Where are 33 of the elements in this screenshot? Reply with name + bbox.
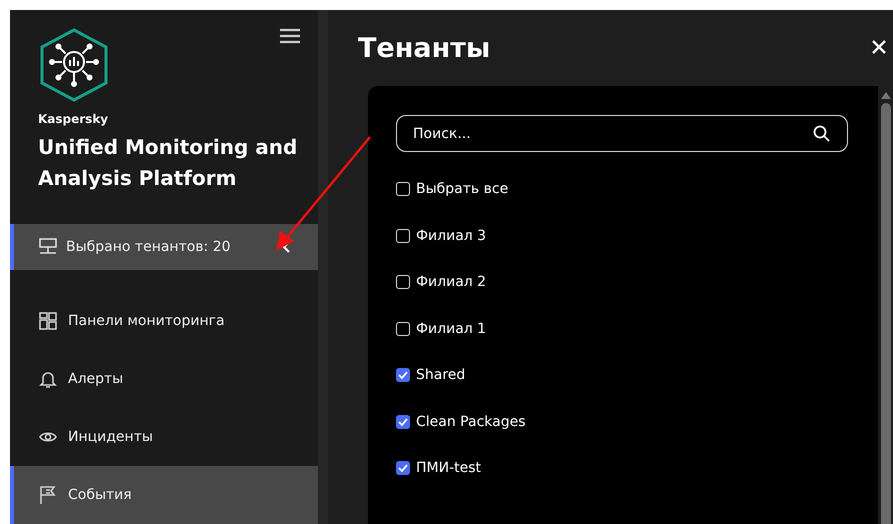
nav-item[interactable]: Алерты xyxy=(10,350,318,408)
checkbox[interactable] xyxy=(396,275,410,290)
option-label: Clean Packages xyxy=(416,414,526,430)
option-label: Филиал 2 xyxy=(416,274,486,290)
checkbox[interactable] xyxy=(396,461,410,476)
bell-icon xyxy=(38,369,58,389)
nav-item[interactable]: Панели мониторинга xyxy=(10,292,318,350)
panel-title: Тенанты xyxy=(358,32,490,64)
checkbox[interactable] xyxy=(396,414,410,429)
option-label: Филиал 1 xyxy=(416,320,486,337)
brand-name: Kaspersky xyxy=(37,111,110,126)
nav-item[interactable]: Инциденты xyxy=(10,408,318,466)
checkbox[interactable] xyxy=(396,228,410,243)
checkbox[interactable] xyxy=(396,182,410,196)
product-title: Unified Monitoring and Analysis Platform xyxy=(37,134,298,192)
logo-icon xyxy=(38,28,110,102)
menu-icon[interactable] xyxy=(280,28,300,44)
option-label: ПМИ-test xyxy=(416,460,482,476)
option-label: Выбрать все xyxy=(416,181,508,198)
sidebar-scrollbar[interactable] xyxy=(318,10,328,524)
checkbox[interactable] xyxy=(396,368,410,382)
option-label: Филиал 3 xyxy=(416,228,486,244)
dashboard-icon xyxy=(38,311,58,331)
nav-item[interactable]: События xyxy=(10,466,318,524)
option-label: Shared xyxy=(416,367,466,384)
scroll-up-icon[interactable] xyxy=(880,92,890,99)
checkbox[interactable] xyxy=(396,322,410,336)
search-field[interactable]: Поиск... xyxy=(396,115,848,152)
close-icon xyxy=(871,39,887,55)
tenant-selector[interactable]: Выбрано тенантов: 20 xyxy=(10,224,318,270)
network-icon xyxy=(38,237,58,257)
search-icon xyxy=(813,125,830,142)
flag-icon xyxy=(38,485,58,505)
